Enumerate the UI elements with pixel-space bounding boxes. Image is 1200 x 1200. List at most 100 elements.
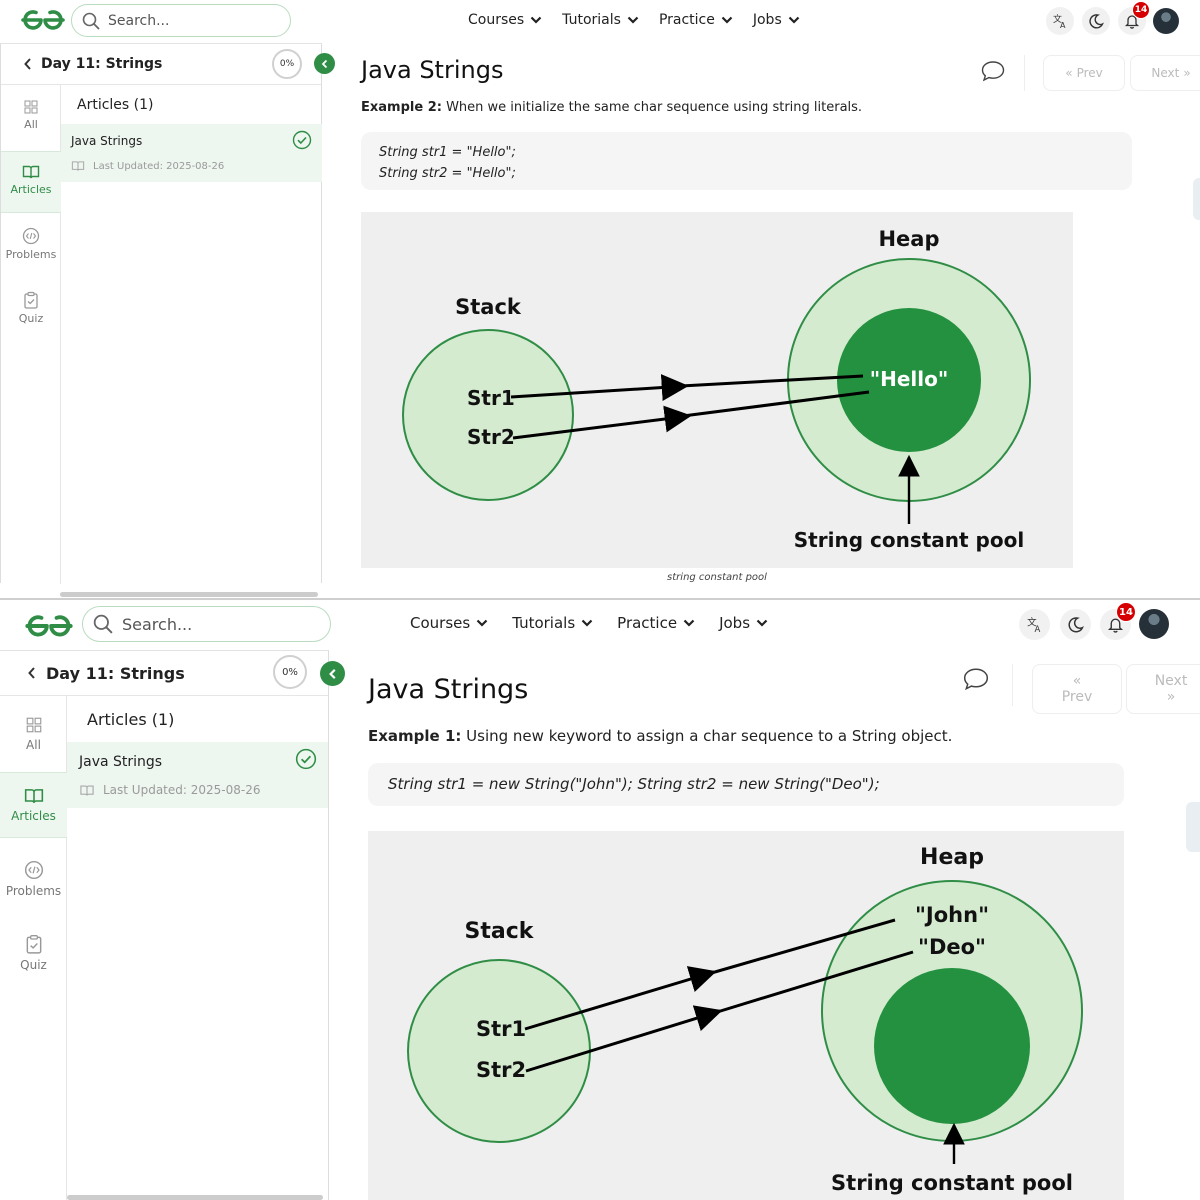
clipboard-icon: [24, 291, 38, 309]
rail-quiz[interactable]: Quiz: [1, 291, 61, 341]
prev-label: Prev: [1061, 689, 1093, 705]
chevron-down-icon: [627, 16, 639, 24]
svg-text:A: A: [1035, 625, 1041, 633]
screenshot-bottom: Search... Courses Tutorials Practice Job…: [0, 600, 1200, 1200]
dark-mode-icon[interactable]: [1082, 7, 1110, 35]
example-text: Example 2: When we initialize the same c…: [361, 100, 862, 115]
code-line: String str1 = new String("John"); String…: [388, 775, 880, 793]
double-chevron-right-icon: »: [1183, 66, 1191, 80]
nav-practice-label: Practice: [617, 614, 678, 632]
main-menu: Courses Tutorials Practice Jobs: [468, 12, 800, 28]
chevron-down-icon: [476, 619, 488, 627]
back-chevron-icon[interactable]: [27, 666, 37, 680]
rail-articles[interactable]: Articles: [1, 151, 61, 213]
search-input[interactable]: Search...: [71, 4, 291, 37]
rail-problems[interactable]: Problems: [0, 860, 67, 910]
toolbar-divider: [1024, 55, 1025, 91]
code-line: String str2 = "Hello";: [379, 166, 516, 181]
translate-icon[interactable]: 文A: [1019, 609, 1050, 640]
list-item[interactable]: Java Strings Last Updated: 2025-08-26: [67, 742, 328, 808]
heap-value-deo: "Deo": [918, 935, 986, 959]
rail-quiz-label: Quiz: [20, 958, 47, 972]
heap-label: Heap: [920, 845, 984, 870]
sidebar-title: Day 11: Strings: [41, 56, 163, 72]
article-list: Articles (1) Java Strings Last Updated: …: [61, 85, 322, 584]
stack-label: Stack: [455, 295, 522, 319]
example-label: Example 1:: [368, 727, 462, 745]
collapse-sidebar-button[interactable]: [320, 661, 345, 686]
horizontal-scrollbar[interactable]: [60, 592, 318, 597]
rail-all[interactable]: All: [0, 716, 67, 766]
avatar[interactable]: [1139, 609, 1169, 639]
stack-circle: [402, 329, 574, 501]
rail-problems[interactable]: Problems: [1, 227, 61, 277]
chevron-down-icon: [581, 619, 593, 627]
double-chevron-left-icon: «: [1072, 673, 1082, 689]
nav-jobs[interactable]: Jobs: [719, 614, 768, 632]
list-item-title: Java Strings: [71, 134, 143, 148]
stack-var-str2: Str2: [476, 1058, 526, 1082]
feedback-tab[interactable]: [1186, 802, 1200, 852]
toolbar-divider: [1012, 664, 1013, 706]
chevron-down-icon: [756, 619, 768, 627]
code-icon: [22, 227, 40, 245]
nav-practice-label: Practice: [658, 12, 715, 28]
collapse-sidebar-button[interactable]: [314, 53, 335, 74]
nav-tutorials[interactable]: Tutorials: [562, 12, 639, 28]
nav-practice[interactable]: Practice: [617, 614, 695, 632]
rail-all[interactable]: All: [1, 99, 61, 149]
comment-icon[interactable]: [962, 666, 990, 696]
comment-icon[interactable]: [980, 59, 1006, 87]
search-icon: [93, 614, 113, 634]
rail-articles[interactable]: Articles: [0, 772, 67, 838]
top-navbar: Search... Courses Tutorials Practice Job…: [0, 600, 1200, 650]
nav-jobs[interactable]: Jobs: [753, 12, 800, 28]
nav-courses[interactable]: Courses: [468, 12, 542, 28]
horizontal-scrollbar[interactable]: [67, 1195, 323, 1200]
list-item[interactable]: Java Strings Last Updated: 2025-08-26: [61, 124, 322, 182]
rail-quiz-label: Quiz: [18, 312, 44, 325]
rail-all-label: All: [26, 738, 41, 752]
notification-badge: 14: [1132, 1, 1150, 19]
feedback-tab[interactable]: [1193, 178, 1200, 220]
nav-tutorials[interactable]: Tutorials: [512, 614, 593, 632]
nav-practice[interactable]: Practice: [659, 12, 733, 28]
code-line: String str1 = "Hello";: [379, 145, 516, 160]
dark-mode-icon[interactable]: [1060, 609, 1091, 640]
next-button[interactable]: Next»: [1130, 55, 1200, 91]
rail-problems-label: Problems: [5, 248, 57, 261]
sidebar-title: Day 11: Strings: [46, 663, 185, 683]
stack-label: Stack: [465, 919, 535, 944]
memory-diagram: Heap Stack Str1 Str2 "John" "Deo" String…: [368, 831, 1124, 1200]
chevron-left-icon: [321, 59, 327, 68]
gfg-logo[interactable]: [20, 8, 66, 32]
clipboard-icon: [26, 935, 41, 954]
gfg-logo[interactable]: [23, 613, 75, 639]
search-input[interactable]: Search...: [82, 606, 331, 642]
next-button[interactable]: Next»: [1126, 664, 1200, 714]
list-heading: Articles (1): [87, 710, 175, 729]
avatar[interactable]: [1153, 8, 1179, 34]
code-block: String str1 = "Hello"; String str2 = "He…: [361, 132, 1132, 190]
page-title: Java Strings: [361, 56, 504, 84]
nav-jobs-label: Jobs: [752, 12, 782, 28]
back-chevron-icon[interactable]: [23, 57, 33, 71]
rail-articles-label: Articles: [11, 809, 56, 823]
nav-courses[interactable]: Courses: [410, 614, 488, 632]
book-icon: [22, 165, 40, 179]
prev-button[interactable]: «Prev: [1043, 55, 1125, 91]
book-icon: [24, 789, 43, 803]
svg-text:A: A: [1060, 21, 1066, 29]
chevron-down-icon: [683, 619, 695, 627]
article-content: Java Strings «Prev Next» Example 1: Usin…: [368, 650, 1200, 1200]
stack-circle: [407, 959, 591, 1143]
heap-value-john: "John": [915, 903, 989, 927]
rail-quiz[interactable]: Quiz: [0, 934, 67, 984]
nav-courses-label: Courses: [410, 614, 471, 632]
example-description: Using new keyword to assign a char seque…: [461, 727, 953, 745]
page-title: Java Strings: [368, 674, 529, 705]
translate-icon[interactable]: 文A: [1046, 7, 1074, 35]
rail-all-label: All: [24, 118, 38, 131]
article-content: Java Strings «Prev Next» Example 2: When…: [361, 43, 1200, 598]
prev-button[interactable]: «Prev: [1032, 664, 1122, 714]
